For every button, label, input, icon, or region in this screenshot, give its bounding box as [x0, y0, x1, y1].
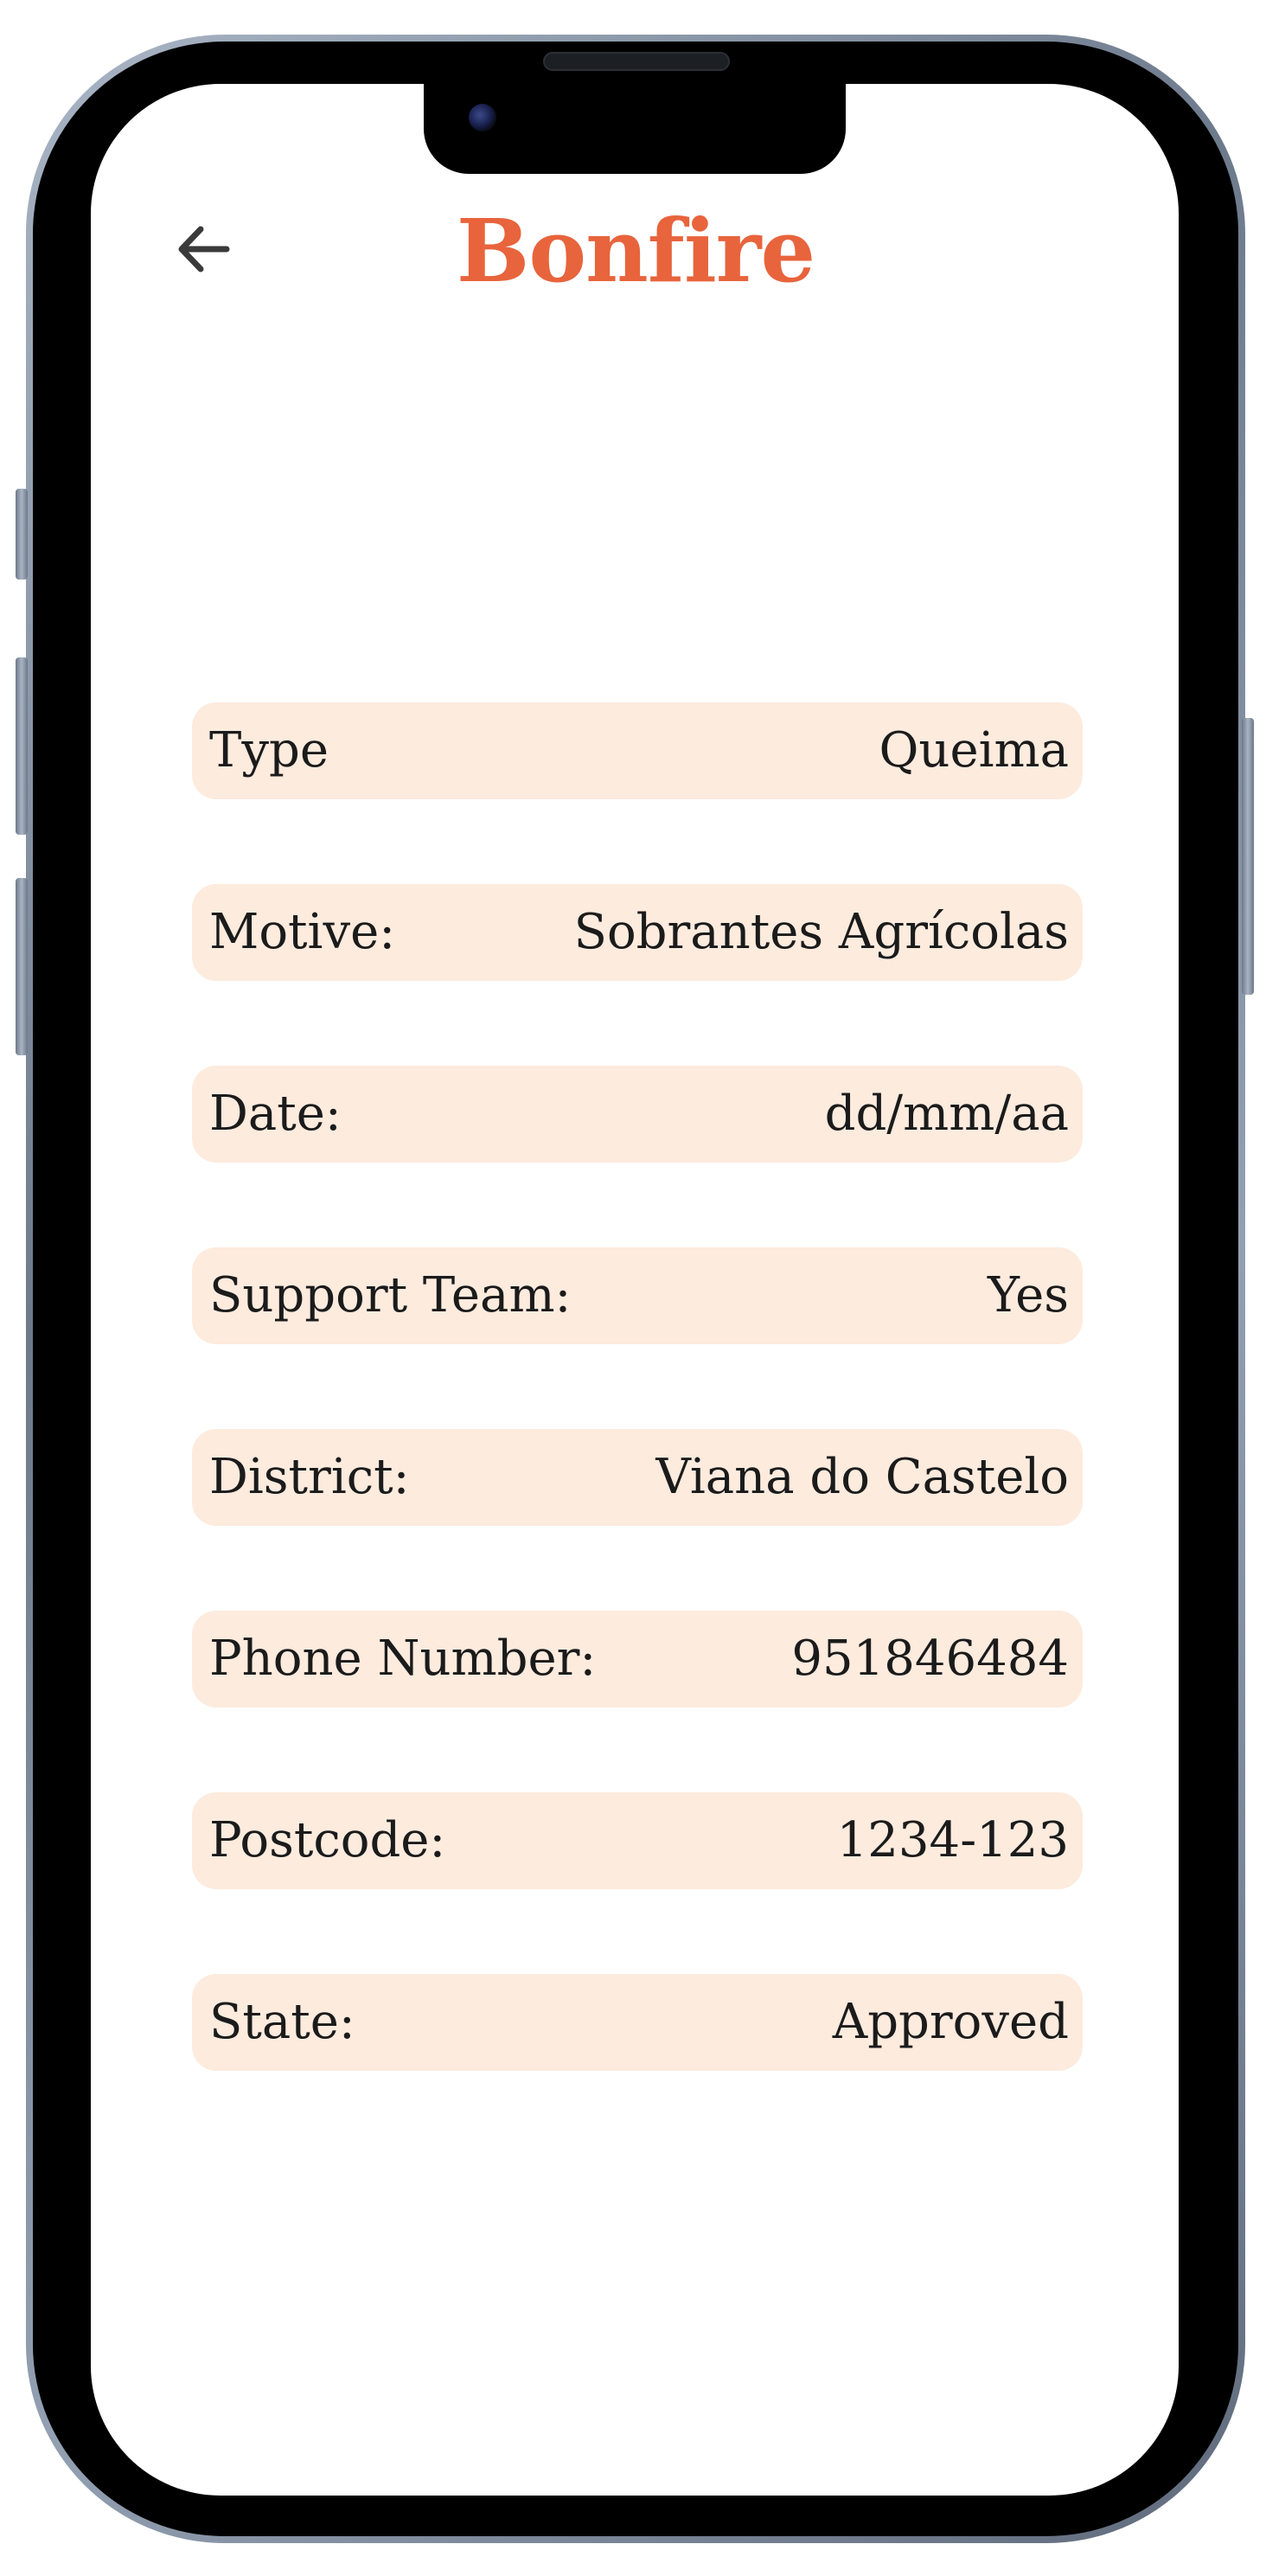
field-state: State: Approved [192, 1974, 1083, 2071]
field-label: State: [209, 1994, 355, 2050]
field-label: Motive: [209, 904, 396, 960]
field-label: District: [209, 1449, 410, 1505]
field-label: Postcode: [209, 1812, 446, 1868]
power-button [1242, 718, 1254, 995]
front-camera [469, 104, 496, 131]
field-label: Phone Number: [209, 1631, 597, 1687]
field-motive: Motive: Sobrantes Agrícolas [192, 884, 1083, 981]
field-label: Date: [209, 1086, 342, 1142]
volume-down-button [16, 878, 28, 1055]
field-date: Date: dd/mm/aa [192, 1066, 1083, 1163]
field-value: Sobrantes Agrícolas [573, 904, 1069, 960]
field-phone-number: Phone Number: 951846484 [192, 1611, 1083, 1708]
field-value: dd/mm/aa [824, 1086, 1069, 1142]
field-district: District: Viana do Castelo [192, 1429, 1083, 1526]
field-value: 951846484 [791, 1631, 1069, 1687]
field-label: Type [209, 722, 329, 779]
mute-switch [16, 489, 28, 580]
field-postcode: Postcode: 1234-123 [192, 1792, 1083, 1889]
field-value: Yes [988, 1267, 1069, 1323]
field-support-team: Support Team: Yes [192, 1247, 1083, 1344]
field-type: Type Queima [192, 702, 1083, 799]
field-label: Support Team: [209, 1267, 572, 1323]
arrow-left-icon [178, 226, 230, 272]
field-value: 1234-123 [836, 1812, 1069, 1868]
app-title: Bonfire [456, 200, 815, 302]
earpiece-speaker [543, 52, 730, 71]
field-value: Queima [879, 722, 1069, 779]
back-button[interactable] [169, 215, 238, 284]
volume-up-button [16, 657, 28, 835]
field-value: Approved [832, 1994, 1069, 2050]
field-value: Viana do Castelo [655, 1449, 1069, 1505]
